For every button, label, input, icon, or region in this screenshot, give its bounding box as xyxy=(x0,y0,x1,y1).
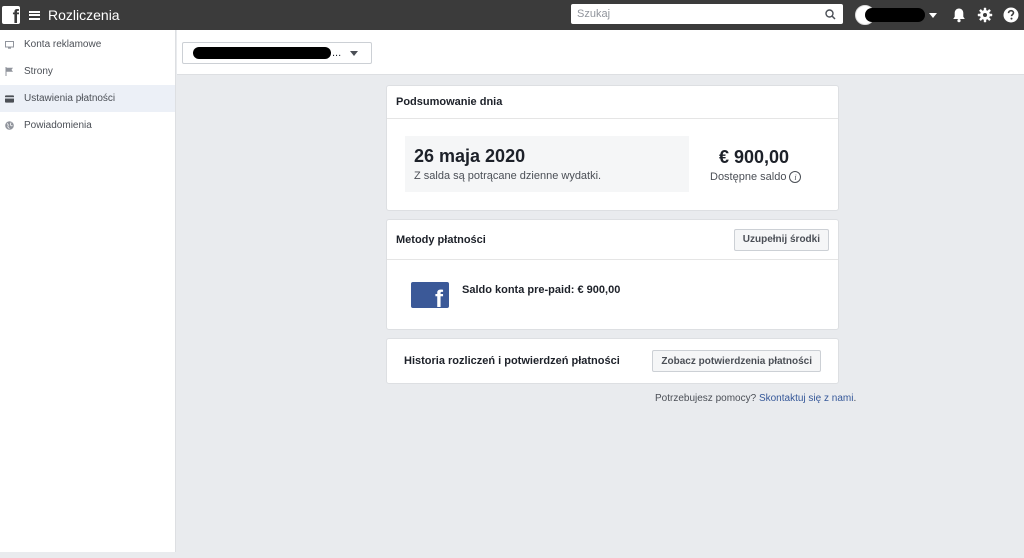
account-selector[interactable]: ... xyxy=(182,42,372,64)
top-bar: f Rozliczenia xyxy=(0,0,1024,30)
sidebar-item-label: Strony xyxy=(24,66,53,77)
summary-date: 26 maja 2020 xyxy=(414,146,526,166)
sidebar-item-label: Powiadomienia xyxy=(24,120,92,131)
panel-header: Metody płatności Uzupełnij środki xyxy=(387,220,838,260)
gear-icon[interactable] xyxy=(976,6,994,24)
top-up-button[interactable]: Uzupełnij środki xyxy=(733,228,829,251)
menu-icon[interactable] xyxy=(29,10,40,20)
bell-icon[interactable] xyxy=(950,6,968,24)
available-balance: € 900,00 xyxy=(719,147,790,167)
facebook-payment-icon: f xyxy=(411,282,449,308)
date-box: 26 maja 2020 Z salda są potrącane dzienn… xyxy=(405,136,689,192)
sidebar-item-pages[interactable]: Strony xyxy=(0,58,175,85)
account-bar: ... xyxy=(177,30,1024,75)
search-icon[interactable] xyxy=(821,5,839,23)
sidebar-item-notifications[interactable]: Powiadomienia xyxy=(0,112,175,139)
facebook-logo-icon[interactable]: f xyxy=(2,6,20,24)
sidebar-item-payment-settings[interactable]: Ustawienia płatności xyxy=(0,85,175,112)
app-title: Rozliczenia xyxy=(48,7,120,23)
search-input[interactable] xyxy=(571,5,821,23)
account-ellipsis: ... xyxy=(332,47,342,59)
balance-label-text: Dostępne saldo xyxy=(710,171,787,183)
prepaid-balance-label: Saldo konta pre-paid: € 900,00 xyxy=(462,284,621,296)
info-icon[interactable]: i xyxy=(789,171,802,183)
payment-methods-title: Metody płatności xyxy=(396,233,486,246)
monitor-icon xyxy=(5,40,14,49)
redacted-account-name xyxy=(193,47,331,59)
caret-down-icon xyxy=(350,50,359,56)
sidebar-item-label: Konta reklamowe xyxy=(24,39,102,50)
sidebar-item-ad-accounts[interactable]: Konta reklamowe xyxy=(0,31,175,58)
payment-methods-panel: Metody płatności Uzupełnij środki f Sald… xyxy=(386,219,839,330)
search-box xyxy=(571,4,843,24)
billing-history-title: Historia rozliczeń i potwierdzeń płatnoś… xyxy=(404,355,620,367)
profile-menu[interactable] xyxy=(855,2,937,28)
panel-header: Podsumowanie dnia xyxy=(387,86,838,119)
contact-us-link[interactable]: Skontaktuj się z nami xyxy=(759,393,854,404)
sidebar-item-label: Ustawienia płatności xyxy=(24,93,116,104)
help-suffix: . xyxy=(853,393,857,404)
view-receipts-button[interactable]: Zobacz potwierdzenia płatności xyxy=(652,350,821,372)
summary-note: Z salda są potrącane dzienne wydatki. xyxy=(414,170,602,182)
redacted-name xyxy=(865,8,925,22)
help-line: Potrzebujesz pomocy? Skontaktuj się z na… xyxy=(655,393,856,404)
sidebar: Konta reklamowe Strony Ustawienia płatno… xyxy=(0,30,176,552)
billing-history-panel: Historia rozliczeń i potwierdzeń płatnoś… xyxy=(386,338,839,384)
card-icon xyxy=(5,94,14,103)
flag-icon xyxy=(5,67,14,76)
available-balance-label: Dostępne saldo i xyxy=(710,171,802,183)
help-question: Potrzebujesz pomocy? xyxy=(655,393,757,404)
caret-down-icon xyxy=(929,12,937,18)
daily-summary-panel: Podsumowanie dnia 26 maja 2020 Z salda s… xyxy=(386,85,839,211)
daily-summary-title: Podsumowanie dnia xyxy=(396,96,503,108)
help-icon[interactable] xyxy=(1002,6,1020,24)
globe-icon xyxy=(5,121,14,130)
